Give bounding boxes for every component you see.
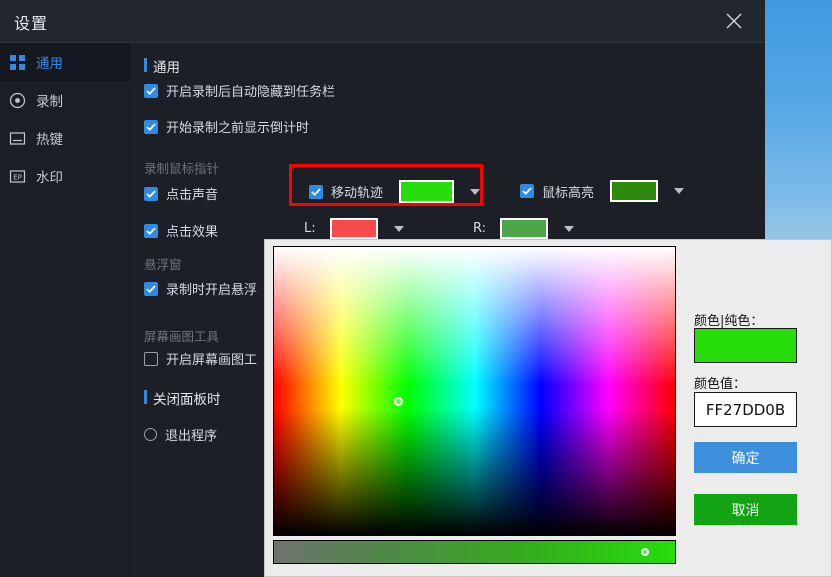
page-title: 设置 <box>14 10 48 34</box>
group-label-cursor: 录制鼠标指针 <box>144 158 219 177</box>
group-label-draw-tool: 屏幕画图工具 <box>144 326 219 345</box>
cancel-button[interactable]: 取消 <box>694 494 797 525</box>
record-icon <box>9 92 26 109</box>
grid-icon <box>9 54 26 71</box>
sidebar-item-record[interactable]: 录制 <box>0 81 130 119</box>
checkbox-click-sound-row[interactable]: 点击声音 <box>144 184 218 203</box>
checkbox-draw-tool[interactable] <box>144 352 158 366</box>
hex-color-input[interactable] <box>694 392 797 427</box>
checkbox-click-effect-label: 点击效果 <box>166 221 218 240</box>
sidebar-item-label: 热键 <box>36 128 63 148</box>
right-click-color-row[interactable]: R: <box>473 218 574 239</box>
left-click-color-row[interactable]: L: <box>304 218 404 239</box>
checkbox-draw-tool-label: 开启屏幕画图工 <box>166 349 257 368</box>
checkbox-click-effect-row[interactable]: 点击效果 <box>144 221 218 240</box>
radio-exit-program[interactable] <box>144 428 157 441</box>
mouse-highlight-color-swatch[interactable] <box>610 180 658 202</box>
left-click-dropdown-caret[interactable] <box>394 226 404 232</box>
close-icon[interactable] <box>721 8 747 34</box>
checkbox-countdown-label: 开始录制之前显示倒计时 <box>166 117 309 136</box>
section-title-close-panel: 关闭面板时 <box>144 388 221 408</box>
right-click-label: R: <box>473 221 486 236</box>
color-picker-dialog: 颜色|纯色： 颜色值： 确定 取消 <box>264 239 832 577</box>
left-click-color-swatch[interactable] <box>330 218 378 239</box>
saturation-value-gradient[interactable] <box>273 246 676 536</box>
checkbox-mouse-highlight-label: 鼠标高亮 <box>542 182 594 201</box>
checkbox-mouse-highlight[interactable] <box>520 184 534 198</box>
mouse-highlight-dropdown-caret[interactable] <box>674 188 684 194</box>
checkbox-autohide-row[interactable]: 开启录制后自动隐藏到任务栏 <box>144 81 335 100</box>
checkbox-autohide-label: 开启录制后自动隐藏到任务栏 <box>166 81 335 100</box>
value-brightness-slider[interactable] <box>273 540 676 564</box>
checkbox-click-sound[interactable] <box>144 187 158 201</box>
checkbox-click-effect[interactable] <box>144 224 158 238</box>
svg-text:EP: EP <box>13 173 22 181</box>
move-track-dropdown-caret[interactable] <box>470 189 480 195</box>
checkbox-countdown[interactable] <box>144 120 158 134</box>
sidebar-item-watermark[interactable]: EP 水印 <box>0 157 130 195</box>
sidebar-item-label: 录制 <box>36 90 63 110</box>
radio-exit-program-row[interactable]: 退出程序 <box>144 425 217 444</box>
checkbox-floating-row[interactable]: 录制时开启悬浮 <box>144 279 257 298</box>
checkbox-floating-label: 录制时开启悬浮 <box>166 279 257 298</box>
checkbox-draw-tool-row[interactable]: 开启屏幕画图工 <box>144 349 257 368</box>
label-color-value: 颜色值： <box>694 373 746 392</box>
right-click-dropdown-caret[interactable] <box>564 226 574 232</box>
radio-exit-program-label: 退出程序 <box>165 425 217 444</box>
checkbox-click-sound-label: 点击声音 <box>166 184 218 203</box>
move-track-color-swatch[interactable] <box>399 180 454 203</box>
sidebar-item-label: 通用 <box>36 52 63 72</box>
checkbox-move-track[interactable] <box>309 185 323 199</box>
checkbox-move-track-row[interactable]: 移动轨迹 <box>309 180 480 203</box>
ok-button[interactable]: 确定 <box>694 442 797 473</box>
checkbox-move-track-label: 移动轨迹 <box>331 182 383 201</box>
value-slider-handle[interactable] <box>641 548 649 556</box>
black-overlay-layer <box>274 247 675 535</box>
sidebar-item-general[interactable]: 通用 <box>0 43 130 81</box>
checkbox-countdown-row[interactable]: 开始录制之前显示倒计时 <box>144 117 309 136</box>
sidebar: 通用 录制 热键 E <box>0 43 130 577</box>
window-titlebar: 设置 <box>0 0 765 43</box>
keyboard-icon <box>9 130 26 147</box>
sidebar-item-label: 水印 <box>36 166 63 186</box>
right-click-color-swatch[interactable] <box>500 218 548 239</box>
left-click-label: L: <box>304 221 316 236</box>
checkbox-autohide[interactable] <box>144 84 158 98</box>
color-preview-swatch <box>694 328 797 363</box>
sidebar-item-hotkey[interactable]: 热键 <box>0 119 130 157</box>
group-label-floating: 悬浮窗 <box>144 254 182 273</box>
checkbox-floating-window[interactable] <box>144 282 158 296</box>
label-color-solid: 颜色|纯色： <box>694 310 763 329</box>
section-title-general: 通用 <box>144 56 180 76</box>
checkbox-mouse-highlight-row[interactable]: 鼠标高亮 <box>520 180 684 202</box>
watermark-icon: EP <box>9 168 26 185</box>
color-picker-cursor[interactable] <box>394 397 403 406</box>
